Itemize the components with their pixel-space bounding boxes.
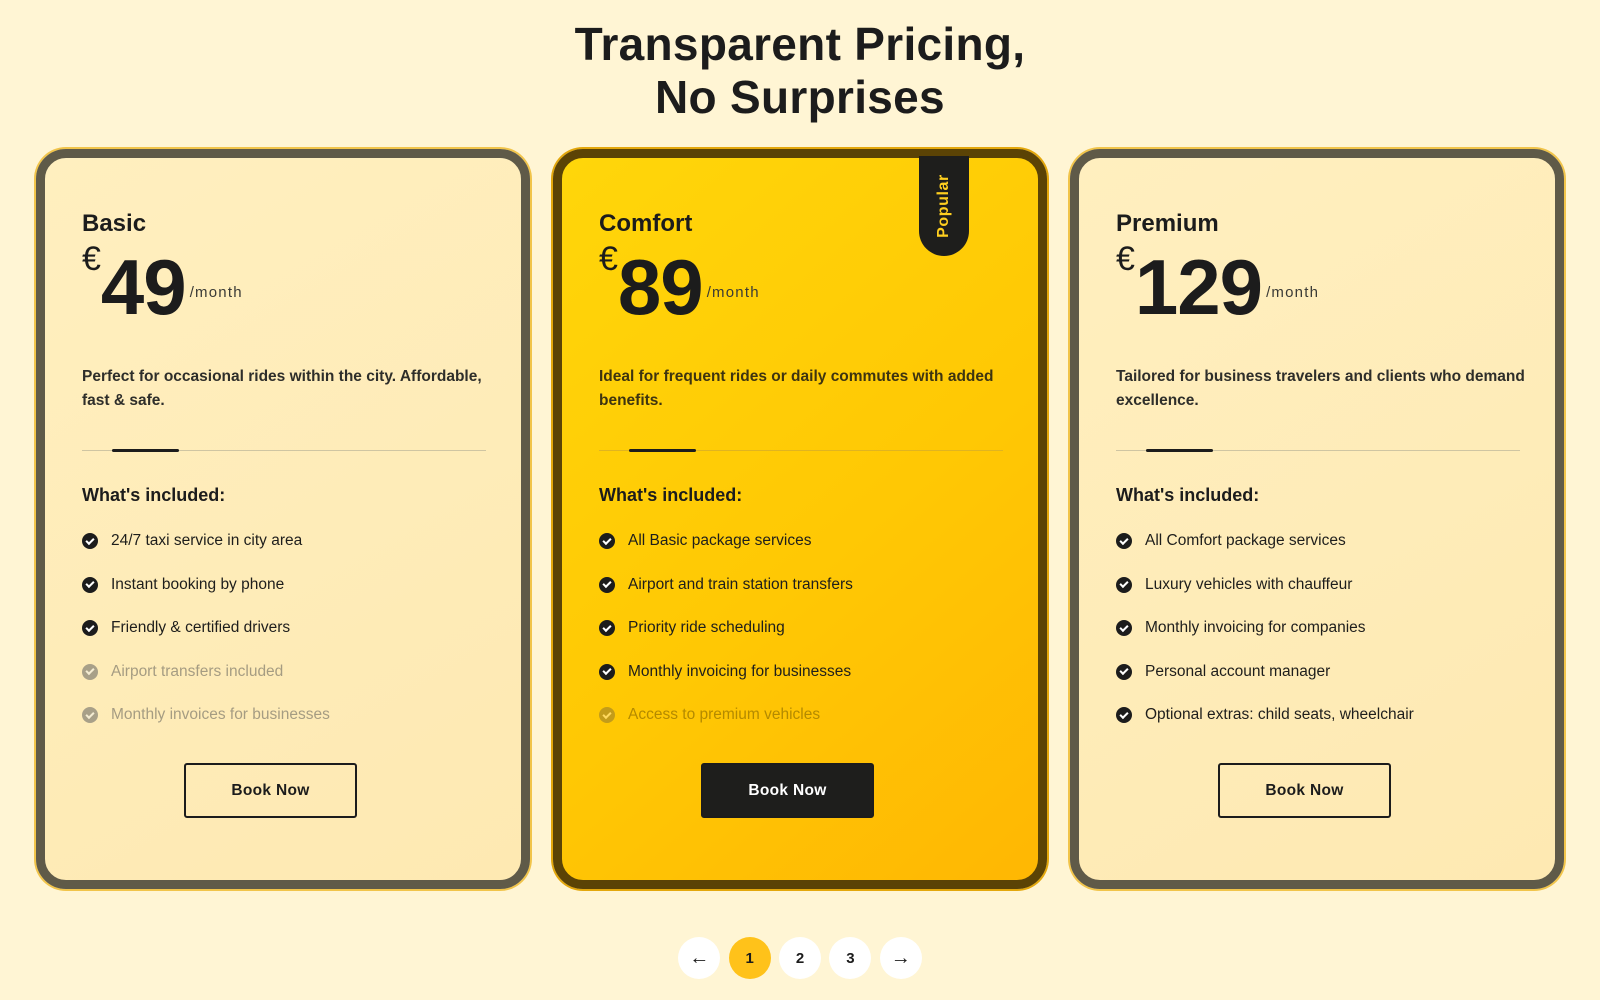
divider-accent — [629, 448, 696, 452]
feature-text: Friendly & certified drivers — [111, 619, 291, 637]
check-circle-icon — [599, 663, 615, 680]
next-page-button[interactable]: → — [879, 937, 922, 979]
plan-description: Tailored for business travelers and clie… — [1116, 368, 1525, 409]
book-now-button-comfort[interactable]: Book Now — [701, 763, 874, 818]
check-circle-icon — [599, 576, 615, 593]
page-button-1[interactable]: 1 — [728, 937, 771, 979]
included-heading: What's included: — [82, 485, 226, 505]
feature-text: Monthly invoicing for companies — [1145, 619, 1366, 637]
page-button-3[interactable]: 3 — [829, 937, 872, 979]
feature-text: Optional extras: child seats, wheelchair — [1145, 706, 1414, 724]
feature-item-excluded: Monthly invoices for businesses — [82, 705, 330, 725]
feature-list: All Comfort package services Luxury vehi… — [1116, 531, 1414, 749]
divider-accent — [112, 448, 179, 452]
divider — [1116, 448, 1520, 452]
feature-text: Access to premium vehicles — [628, 706, 821, 724]
pagination: ← 1 2 3 → — [0, 937, 1600, 979]
check-circle-icon — [1116, 663, 1132, 680]
check-circle-icon — [82, 620, 98, 637]
feature-list: All Basic package services Airport and t… — [599, 531, 853, 749]
divider-accent — [1146, 448, 1213, 452]
price-amount: 129 — [1134, 243, 1263, 331]
plan-card-basic: Basic € 49 /month Perfect for occasional… — [36, 149, 530, 889]
feature-item: Airport and train station transfers — [599, 575, 853, 595]
price-period: /month — [706, 284, 760, 301]
price-amount: 89 — [617, 243, 704, 331]
check-circle-icon — [1116, 707, 1132, 724]
check-circle-icon — [599, 707, 615, 724]
pricing-page: Transparent Pricing, No Surprises Basic … — [0, 0, 1600, 1000]
page-button-2[interactable]: 2 — [779, 937, 821, 979]
plan-description: Perfect for occasional rides within the … — [82, 368, 482, 409]
feature-item: Personal account manager — [1116, 662, 1414, 682]
feature-item: All Comfort package services — [1116, 531, 1414, 551]
check-circle-icon — [82, 707, 98, 724]
popular-badge: Popular — [919, 156, 969, 256]
feature-text: Monthly invoicing for businesses — [628, 662, 852, 680]
check-circle-icon — [1116, 620, 1132, 637]
currency-symbol: € — [1116, 240, 1135, 278]
popular-badge-label: Popular — [935, 174, 953, 238]
feature-text: Airport transfers included — [111, 662, 284, 680]
price-amount: 49 — [100, 243, 187, 331]
check-circle-icon — [82, 663, 98, 680]
divider — [82, 448, 486, 452]
plan-name: Comfort — [599, 210, 693, 237]
plan-price: € 49 /month — [82, 240, 243, 326]
pricing-cards: Basic € 49 /month Perfect for occasional… — [36, 149, 1564, 889]
feature-text: Airport and train station transfers — [628, 575, 853, 593]
feature-item-excluded: Access to premium vehicles — [599, 705, 853, 725]
page-title: Transparent Pricing, No Surprises — [0, 18, 1600, 124]
feature-item: Optional extras: child seats, wheelchair — [1116, 705, 1414, 725]
plan-card-comfort: Popular Comfort € 89 /month Ideal for fr… — [553, 149, 1047, 889]
check-circle-icon — [599, 533, 615, 549]
plan-card-premium: Premium € 129 /month Tailored for busine… — [1070, 149, 1564, 889]
plan-price: € 129 /month — [1116, 240, 1319, 326]
feature-text: Priority ride scheduling — [628, 619, 785, 637]
plan-name: Premium — [1116, 210, 1219, 237]
plan-name: Basic — [82, 210, 147, 237]
price-period: /month — [1266, 284, 1320, 301]
book-now-button-premium[interactable]: Book Now — [1218, 763, 1391, 818]
feature-text: 24/7 taxi service in city area — [111, 532, 303, 549]
check-circle-icon — [82, 533, 98, 549]
price-period: /month — [189, 284, 243, 301]
check-circle-icon — [1116, 533, 1132, 549]
check-circle-icon — [1116, 576, 1132, 593]
included-heading: What's included: — [599, 485, 743, 505]
feature-item: Monthly invoicing for businesses — [599, 662, 853, 682]
feature-item: Friendly & certified drivers — [82, 618, 330, 638]
feature-item-excluded: Airport transfers included — [82, 662, 330, 682]
feature-text: Instant booking by phone — [111, 575, 285, 593]
page-title-line-2: No Surprises — [655, 71, 945, 123]
feature-item: Instant booking by phone — [82, 575, 330, 595]
check-circle-icon — [82, 576, 98, 593]
feature-text: Monthly invoices for businesses — [111, 706, 330, 724]
feature-text: All Basic package services — [628, 532, 812, 549]
feature-item: 24/7 taxi service in city area — [82, 531, 330, 551]
divider — [599, 448, 1003, 452]
feature-list: 24/7 taxi service in city area Instant b… — [82, 531, 330, 749]
feature-text: All Comfort package services — [1145, 532, 1346, 549]
plan-price: € 89 /month — [599, 240, 760, 326]
prev-page-button[interactable]: ← — [678, 937, 721, 979]
book-now-button-basic[interactable]: Book Now — [184, 763, 357, 818]
feature-item: Priority ride scheduling — [599, 618, 853, 638]
feature-item: Monthly invoicing for companies — [1116, 618, 1414, 638]
feature-item: Luxury vehicles with chauffeur — [1116, 575, 1414, 595]
plan-description: Ideal for frequent rides or daily commut… — [599, 368, 994, 409]
feature-text: Luxury vehicles with chauffeur — [1145, 575, 1353, 593]
check-circle-icon — [599, 620, 615, 637]
page-title-line-1: Transparent Pricing, — [574, 18, 1026, 70]
feature-text: Personal account manager — [1145, 662, 1331, 680]
currency-symbol: € — [82, 240, 101, 278]
currency-symbol: € — [599, 240, 618, 278]
included-heading: What's included: — [1116, 485, 1260, 505]
feature-item: All Basic package services — [599, 531, 853, 551]
